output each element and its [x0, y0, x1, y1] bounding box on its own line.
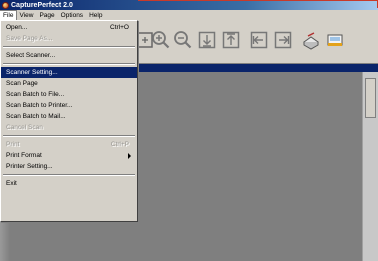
menu-item-printer-setting[interactable]: Printer Setting... [1, 161, 137, 172]
menu-item-label: Printer Setting... [6, 163, 53, 170]
menu-item-shortcut: Ctrl+O [110, 24, 129, 31]
menu-view[interactable]: View [16, 11, 36, 20]
submenu-arrow-icon [128, 152, 131, 159]
menu-item-label: Print Format [6, 152, 42, 159]
menu-file[interactable]: File [0, 9, 18, 21]
red-highlight-frame [138, 0, 378, 8]
scrollbar-thumb[interactable] [365, 78, 376, 118]
menu-item-label: Select Scanner... [6, 52, 56, 59]
menu-item-scanner-setting[interactable]: Scanner Setting... [1, 67, 137, 78]
menu-item-scan-page[interactable]: Scan Page [1, 78, 137, 89]
menu-item-label: Exit [6, 180, 17, 187]
menu-bar: File View Page Options Help [0, 9, 378, 21]
menu-item-label: Open... [6, 24, 28, 31]
menu-item-scan-batch-to-printer[interactable]: Scan Batch to Printer... [1, 100, 137, 111]
menu-item-cancel-scan: Cancel Scan [1, 122, 137, 133]
menu-item-save-page-as: Save Page As... [1, 33, 137, 44]
app-logo-icon[interactable] [2, 1, 9, 9]
menu-item-print-format[interactable]: Print Format [1, 150, 137, 161]
page-up-icon[interactable] [220, 27, 242, 53]
file-menu-dropdown: Open... Ctrl+O Save Page As... Select Sc… [0, 20, 138, 222]
menu-item-label: Scan Batch to Mail... [6, 113, 66, 120]
menu-item-open[interactable]: Open... Ctrl+O [1, 22, 137, 33]
menu-item-shortcut: Ctrl+P [110, 141, 129, 148]
zoom-in-icon[interactable] [150, 27, 172, 53]
menu-help[interactable]: Help [86, 11, 105, 20]
menu-item-label: Scanner Setting... [6, 69, 58, 76]
menu-item-label: Cancel Scan [6, 124, 43, 131]
menu-item-select-scanner[interactable]: Select Scanner... [1, 50, 137, 61]
last-page-icon[interactable] [272, 27, 294, 53]
menu-item-label: Scan Batch to Printer... [6, 102, 73, 109]
menu-item-scan-batch-to-mail[interactable]: Scan Batch to Mail... [1, 111, 137, 122]
window-title: CapturePerfect 2.0 [11, 1, 73, 9]
menu-item-label: Print [6, 141, 20, 148]
zoom-out-icon[interactable] [172, 27, 194, 53]
menu-item-label: Save Page As... [6, 35, 53, 42]
menu-item-print: Print Ctrl+P [1, 139, 137, 150]
vertical-scrollbar[interactable] [362, 72, 378, 261]
menu-page[interactable]: Page [36, 11, 57, 20]
app-window: CapturePerfect 2.0 File View Page Option… [0, 0, 378, 261]
menu-item-exit[interactable]: Exit [1, 178, 137, 189]
menu-item-label: Scan Batch to File... [6, 91, 65, 98]
scanner-icon[interactable] [300, 27, 322, 53]
scanner-alt-icon[interactable] [324, 27, 346, 53]
menu-item-scan-batch-to-file[interactable]: Scan Batch to File... [1, 89, 137, 100]
page-down-icon[interactable] [196, 27, 218, 53]
first-page-icon[interactable] [248, 27, 270, 53]
menu-options[interactable]: Options [58, 11, 86, 20]
menu-item-label: Scan Page [6, 80, 38, 87]
